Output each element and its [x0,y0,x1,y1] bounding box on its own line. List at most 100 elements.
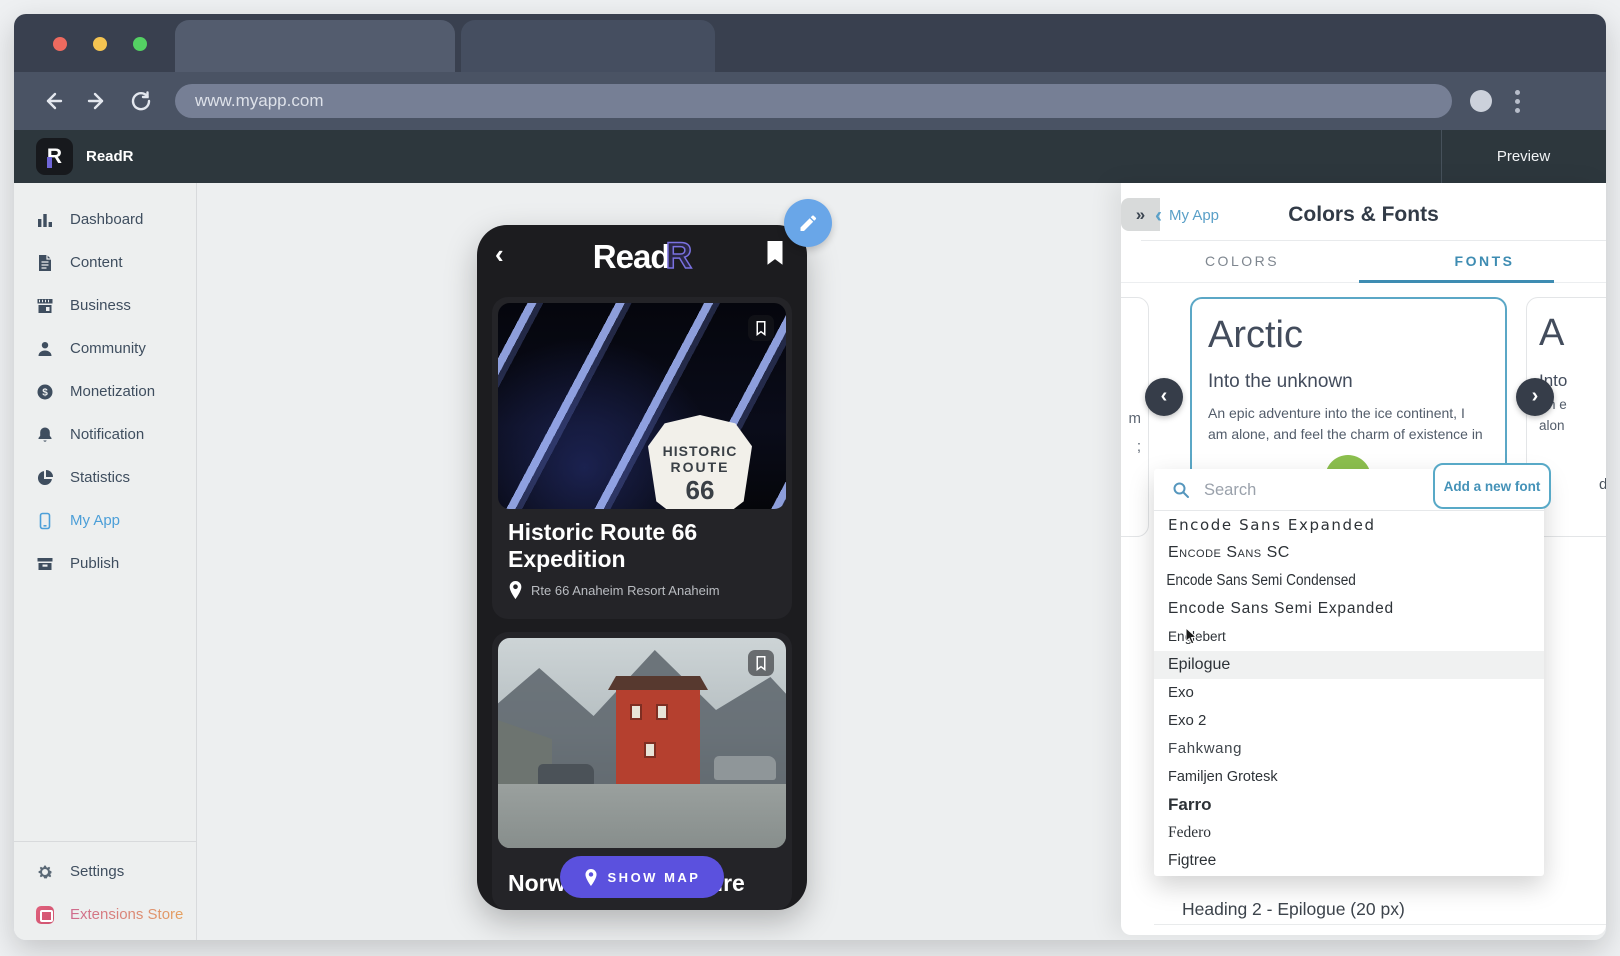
font-option-familjen-grotesk[interactable]: Familjen Grotesk [1154,763,1544,791]
font-option-encode-sans-semi-expanded[interactable]: Encode Sans Semi Expanded [1154,595,1544,623]
sidebar-item-label: Publish [70,555,119,572]
sidebar-item-settings[interactable]: Settings [14,850,196,893]
search-icon [1172,481,1190,499]
extensions-icon [36,906,54,924]
sidebar-list: Dashboard Content Business Community $ Moneti… [14,198,196,585]
reload-icon[interactable] [130,90,152,112]
carousel-next-button[interactable]: › [1516,378,1554,416]
carousel-prev-button[interactable]: ‹ [1145,378,1183,416]
tab-colors[interactable]: COLORS [1121,240,1363,283]
norwegian-image [498,638,786,848]
font-option-encode-sans-sc[interactable]: Encode Sans SC [1154,539,1544,567]
sidebar-item-label: Statistics [70,469,130,486]
font-sample-title: Arctic [1208,314,1487,357]
panel-tabs: COLORS FONTS [1121,240,1606,283]
sidebar-item-label: Notification [70,426,144,443]
gear-icon [36,863,54,881]
sidebar-footer: Settings Extensions Store [14,841,196,936]
screen: www.myapp.com R ReadR Preview Dashboard C… [0,0,1620,956]
browser-window: www.myapp.com R ReadR Preview Dashboard C… [14,14,1606,940]
content-area: Dashboard Content Business Community $ Moneti… [14,183,1606,940]
font-option-exo-2[interactable]: Exo 2 [1154,707,1544,735]
font-option-federo[interactable]: Federo [1154,819,1544,847]
sidebar-item-label: Extensions Store [70,906,183,923]
bookmark-icon[interactable] [748,650,774,676]
show-map-button[interactable]: SHOW MAP [560,856,724,898]
sidebar-item-label: Monetization [70,383,155,400]
card-location: Rte 66 Anaheim Resort Anaheim [508,581,720,599]
preview-button[interactable]: Preview [1441,130,1606,183]
font-option-exo[interactable]: Exo [1154,679,1544,707]
zoom-window-button[interactable] [133,37,147,51]
sidebar-item-community[interactable]: Community [14,327,196,370]
dollar-icon: $ [36,383,54,401]
font-option-epilogue[interactable]: Epilogue [1154,651,1544,679]
font-option-figtree[interactable]: Figtree [1154,847,1544,875]
sidebar-item-extensions-store[interactable]: Extensions Store [14,893,196,936]
phone-preview: ‹ ReadR HISTORIC ROUTE 66 [477,225,807,910]
sidebar-item-my-app[interactable]: My App [14,499,196,542]
font-option-fahkwang[interactable]: Fahkwang [1154,735,1544,763]
font-option-farro[interactable]: Farro [1154,791,1544,819]
browser-tab-active[interactable] [175,20,455,72]
phone-app-header: ‹ ReadR [477,225,807,287]
url-bar[interactable]: www.myapp.com [175,84,1452,118]
sidebar-item-publish[interactable]: Publish [14,542,196,585]
close-window-button[interactable] [53,37,67,51]
back-to-my-app[interactable]: ‹ My App [1155,207,1219,224]
browser-tab-strip [14,14,1606,72]
sidebar-item-dashboard[interactable]: Dashboard [14,198,196,241]
browser-tab-inactive[interactable] [461,20,715,72]
tab-fonts[interactable]: FONTS [1363,240,1606,283]
font-card-previous[interactable]: m ; [1121,297,1149,537]
profile-avatar[interactable] [1470,90,1492,112]
sidebar: Dashboard Content Business Community $ Moneti… [14,183,197,940]
panel-footer-divider [1154,924,1606,925]
publish-icon [36,555,54,573]
minimize-window-button[interactable] [93,37,107,51]
font-sample-subtitle: Into the unknown [1208,371,1487,393]
app-logo[interactable]: R [36,138,73,175]
bookmark-icon[interactable] [748,315,774,341]
sidebar-item-notification[interactable]: Notification [14,413,196,456]
browser-menu-icon[interactable] [1515,86,1521,117]
sidebar-item-statistics[interactable]: Statistics [14,456,196,499]
route66-badge: HISTORIC ROUTE 66 [648,415,752,509]
sidebar-item-monetization[interactable]: $ Monetization [14,370,196,413]
sidebar-item-label: My App [70,512,120,529]
browser-toolbar: www.myapp.com [14,72,1606,130]
sidebar-item-label: Community [70,340,146,357]
url-text: www.myapp.com [195,91,323,110]
typography-footer: Heading 2 - Epilogue (20 px) [1182,899,1562,923]
font-list: Encode Sans ExpandedEncode Sans SCEncode… [1154,511,1544,875]
phone-icon [36,512,54,530]
pencil-icon [798,213,818,233]
font-option-englebert[interactable]: Englebert [1154,623,1544,651]
forward-icon[interactable] [86,90,108,112]
bookmark-icon[interactable] [765,241,785,265]
app-brand: ReadR [86,130,134,183]
sidebar-item-business[interactable]: Business [14,284,196,327]
font-option-encode-sans-expanded[interactable]: Encode Sans Expanded [1154,511,1544,539]
location-pin-icon [508,581,523,599]
svg-text:$: $ [42,387,48,398]
content-card-route66[interactable]: HISTORIC ROUTE 66 Historic Route 66 Expe… [492,297,792,619]
colors-fonts-panel: » ‹ My App Colors & Fonts COLORS FONTS m… [1121,183,1606,935]
sidebar-item-label: Dashboard [70,211,143,228]
bar-chart-icon [36,211,54,229]
bell-icon [36,426,54,444]
font-dropdown: Search Encode Sans ExpandedEncode Sans S… [1154,469,1544,876]
edit-app-button[interactable] [784,199,832,247]
active-tab-underline [1359,280,1554,283]
add-new-font-button[interactable]: Add a new font [1433,463,1551,509]
route66-image: HISTORIC ROUTE 66 [498,303,786,509]
sidebar-item-label: Content [70,254,123,271]
card-title: Historic Route 66 Expedition [508,519,768,573]
back-icon[interactable] [42,90,64,112]
sidebar-divider [14,841,196,842]
sidebar-item-content[interactable]: Content [14,241,196,284]
storefront-icon [36,297,54,315]
sidebar-item-label: Settings [70,863,124,880]
search-input[interactable]: Search [1204,469,1256,511]
font-option-encode-sans-semi-condensed[interactable]: Encode Sans Semi Condensed [1154,567,1497,595]
